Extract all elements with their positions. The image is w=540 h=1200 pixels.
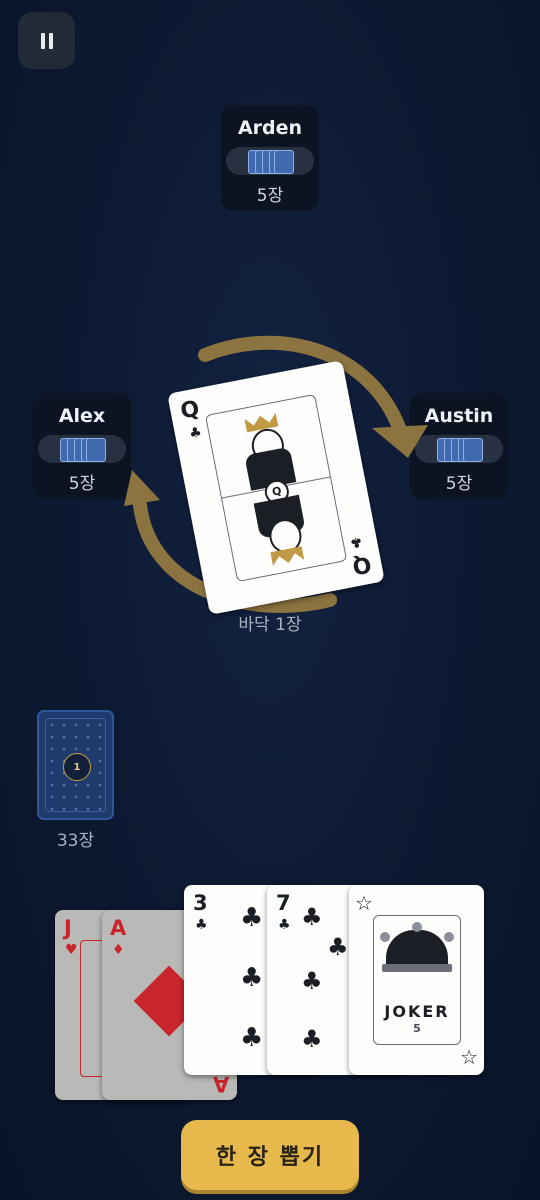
diamond-suit-icon: ♦ <box>112 942 125 958</box>
player-card-count: 5장 <box>256 186 284 206</box>
card-back-fan-icon <box>60 438 106 462</box>
club-suit-icon: ♣ <box>240 1023 264 1053</box>
queen-figure-icon: Q <box>204 393 348 583</box>
club-suit-icon: ♣ <box>301 967 323 995</box>
card-rank: J <box>64 916 72 940</box>
club-suit-icon: ♣ <box>327 933 349 961</box>
star-icon: ☆ <box>355 891 373 915</box>
club-suit-icon: ♣ <box>240 903 264 933</box>
draw-deck[interactable]: 1 <box>37 710 114 820</box>
card-rank: A <box>110 916 127 940</box>
player-panel-top: Arden 5장 <box>221 105 319 211</box>
club-suit-icon: ♣ <box>240 963 264 993</box>
club-suit-icon: ♣ <box>301 1025 323 1053</box>
joker-value: 5 <box>413 1022 421 1035</box>
card-rank: Q <box>178 396 202 425</box>
joker-label: JOKER <box>384 1002 450 1021</box>
card-rank-inverted: Q <box>350 550 374 579</box>
pause-button[interactable] <box>18 12 75 69</box>
hand-card-joker[interactable]: ☆ ☆ JOKER 5 <box>349 885 484 1075</box>
deck-badge: 1 <box>63 753 91 781</box>
discard-pile-count: 바닥 1장 <box>238 615 302 635</box>
club-suit-icon: ♣ <box>278 917 291 933</box>
heart-suit-icon: ♥ <box>65 942 78 958</box>
card-rank-inverted: A <box>212 1072 229 1096</box>
draw-card-button[interactable]: 한 장 뽑기 <box>181 1120 359 1190</box>
club-suit-icon: ♣ <box>187 424 204 443</box>
club-suit-icon: ♣ <box>301 903 323 931</box>
card-back-fan-icon <box>248 150 294 174</box>
joker-hat-icon: JOKER 5 <box>373 915 461 1045</box>
club-suit-icon: ♣ <box>195 917 208 933</box>
deck-count: 33장 <box>56 831 95 851</box>
player-hand-tray <box>226 147 314 175</box>
card-back-fan-icon <box>437 438 483 462</box>
card-rank: 3 <box>193 891 208 915</box>
star-icon: ☆ <box>460 1045 478 1069</box>
pause-icon <box>40 32 53 49</box>
club-suit-icon: ♣ <box>348 532 365 551</box>
player-name: Arden <box>237 117 303 139</box>
card-rank: 7 <box>276 891 291 915</box>
